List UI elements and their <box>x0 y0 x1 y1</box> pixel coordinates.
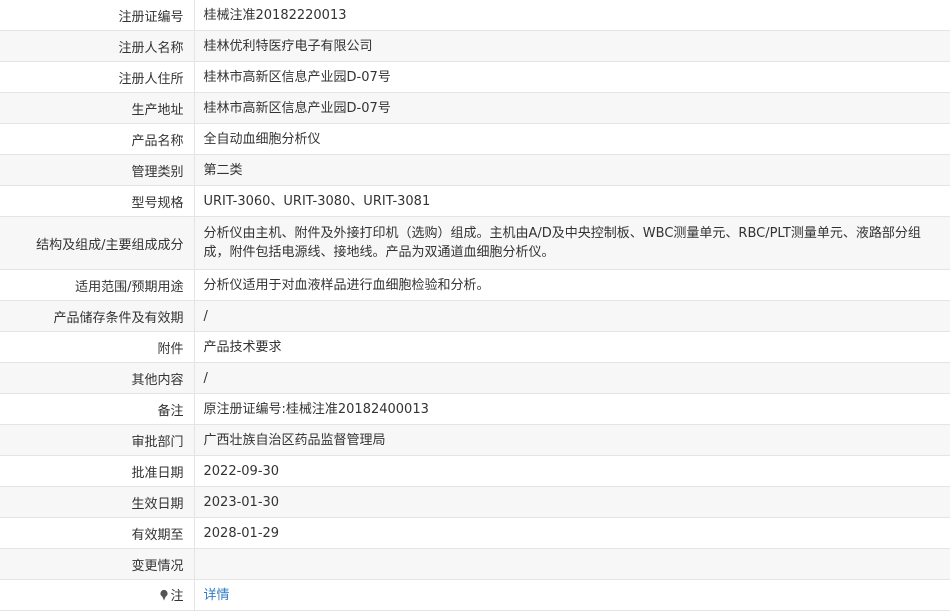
row-label: 有效期至 <box>0 517 195 549</box>
row-structure-composition: 结构及组成/主要组成成分 分析仪由主机、附件及外接打印机（选购）组成。主机由A/… <box>0 216 950 270</box>
row-label: 产品名称 <box>0 123 195 155</box>
row-model-spec: 型号规格 URIT-3060、URIT-3080、URIT-3081 <box>0 185 950 217</box>
row-label: 审批部门 <box>0 424 195 456</box>
row-label: 注册人住所 <box>0 61 195 93</box>
row-value: 全自动血细胞分析仪 <box>194 123 950 155</box>
row-value: 桂林市高新区信息产业园D-07号 <box>194 61 950 93</box>
row-label: 其他内容 <box>0 362 195 394</box>
row-storage-validity: 产品储存条件及有效期 / <box>0 300 950 332</box>
row-value: 分析仪由主机、附件及外接打印机（选购）组成。主机由A/D及中央控制板、WBC测量… <box>194 216 950 270</box>
note-label: 注 <box>170 589 184 605</box>
row-attachment: 附件 产品技术要求 <box>0 331 950 363</box>
registration-table: 注册证编号 桂械注准20182220013 注册人名称 桂林优利特医疗电子有限公… <box>0 0 950 611</box>
row-remarks: 备注 原注册证编号:桂械注准20182400013 <box>0 393 950 425</box>
row-value: 2023-01-30 <box>194 486 950 518</box>
row-value: URIT-3060、URIT-3080、URIT-3081 <box>194 185 950 217</box>
row-value: 产品技术要求 <box>194 331 950 363</box>
pin-icon <box>159 589 169 605</box>
row-label: 管理类别 <box>0 154 195 186</box>
row-intended-use: 适用范围/预期用途 分析仪适用于对血液样品进行血细胞检验和分析。 <box>0 269 950 301</box>
details-link[interactable]: 详情 <box>204 588 230 603</box>
row-product-name: 产品名称 全自动血细胞分析仪 <box>0 123 950 155</box>
row-production-address: 生产地址 桂林市高新区信息产业园D-07号 <box>0 92 950 124</box>
row-label: 产品储存条件及有效期 <box>0 300 195 332</box>
row-label: 型号规格 <box>0 185 195 217</box>
row-value: 2022-09-30 <box>194 455 950 487</box>
row-registrant-name: 注册人名称 桂林优利特医疗电子有限公司 <box>0 30 950 62</box>
row-registrant-address: 注册人住所 桂林市高新区信息产业园D-07号 <box>0 61 950 93</box>
row-registration-number: 注册证编号 桂械注准20182220013 <box>0 0 950 31</box>
row-value: 原注册证编号:桂械注准20182400013 <box>194 393 950 425</box>
row-value: / <box>194 300 950 332</box>
row-label: 注册证编号 <box>0 0 195 31</box>
row-label: 备注 <box>0 393 195 425</box>
row-label: 批准日期 <box>0 455 195 487</box>
row-change-history: 变更情况 <box>0 548 950 580</box>
row-value: 桂林市高新区信息产业园D-07号 <box>194 92 950 124</box>
row-label: 适用范围/预期用途 <box>0 269 195 301</box>
row-label: 变更情况 <box>0 548 195 580</box>
row-note: 注 详情 <box>0 579 950 611</box>
row-approval-authority: 审批部门 广西壮族自治区药品监督管理局 <box>0 424 950 456</box>
note-label-cell: 注 <box>0 579 195 611</box>
row-label: 生产地址 <box>0 92 195 124</box>
row-effective-date: 生效日期 2023-01-30 <box>0 486 950 518</box>
row-value <box>194 548 950 580</box>
row-value: / <box>194 362 950 394</box>
row-approval-date: 批准日期 2022-09-30 <box>0 455 950 487</box>
row-label: 附件 <box>0 331 195 363</box>
row-value: 桂林优利特医疗电子有限公司 <box>194 30 950 62</box>
row-value: 广西壮族自治区药品监督管理局 <box>194 424 950 456</box>
row-label: 结构及组成/主要组成成分 <box>0 216 195 270</box>
row-value: 第二类 <box>194 154 950 186</box>
row-other-content: 其他内容 / <box>0 362 950 394</box>
row-value: 桂械注准20182220013 <box>194 0 950 31</box>
row-value: 2028-01-29 <box>194 517 950 549</box>
row-expiry-date: 有效期至 2028-01-29 <box>0 517 950 549</box>
row-label: 生效日期 <box>0 486 195 518</box>
row-management-class: 管理类别 第二类 <box>0 154 950 186</box>
row-label: 注册人名称 <box>0 30 195 62</box>
note-value-cell: 详情 <box>194 579 950 611</box>
row-value: 分析仪适用于对血液样品进行血细胞检验和分析。 <box>194 269 950 301</box>
